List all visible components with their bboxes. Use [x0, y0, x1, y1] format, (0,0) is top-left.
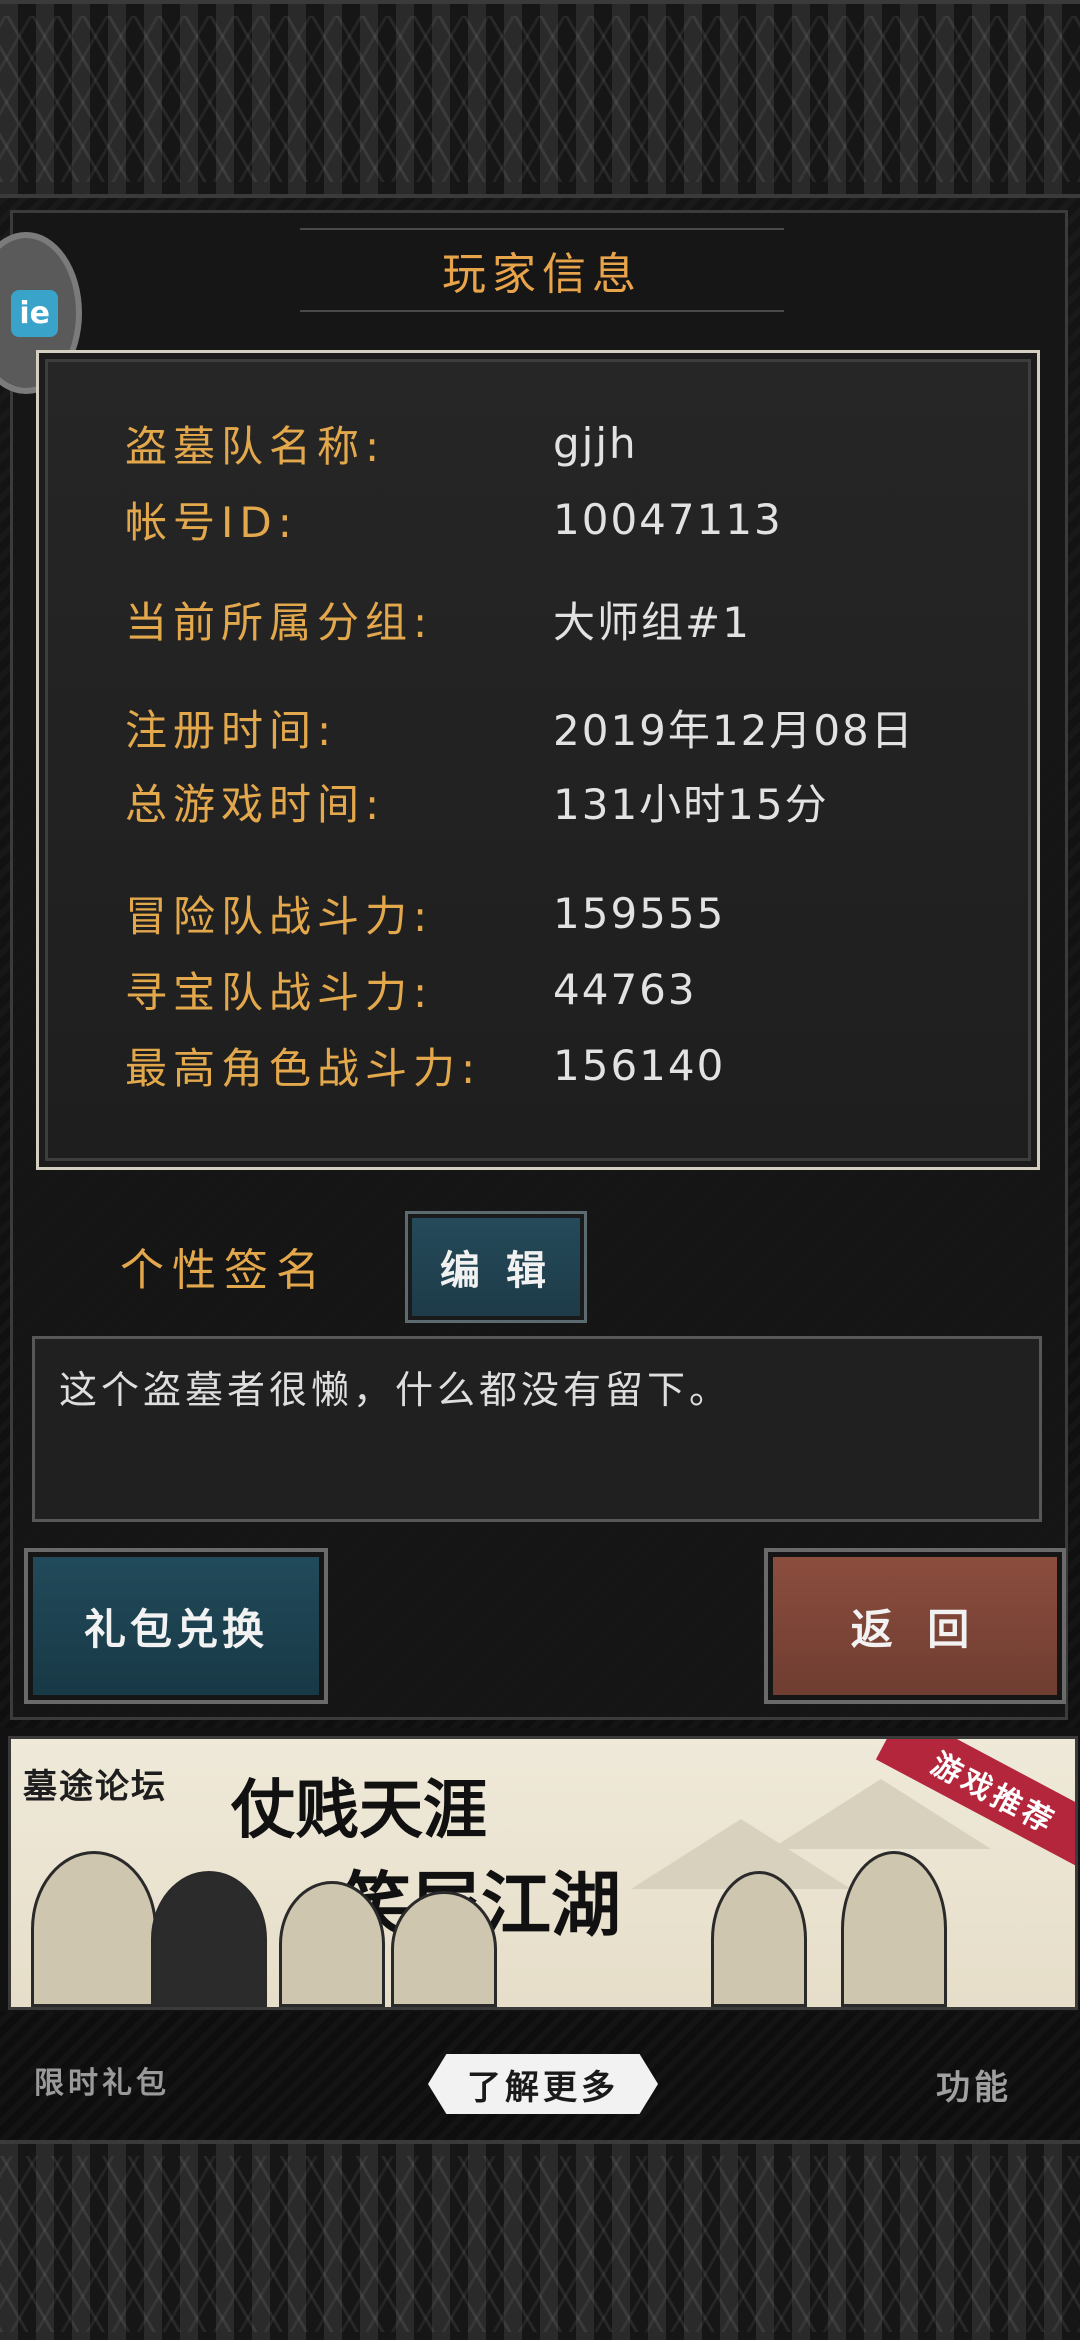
total-play-time-label: 总游戏时间: [125, 779, 386, 829]
group-value: 大师组#1 [553, 597, 751, 647]
account-id-label: 帐号ID: [125, 497, 298, 547]
team-name-label: 盗墓队名称: [125, 421, 386, 471]
bottom-decorative-border [0, 2140, 1080, 2340]
ad-character-illustration [711, 1871, 807, 2007]
ad-banner-image: 墓途论坛 仗贱天涯 笑尿江湖 游戏推荐 [8, 1736, 1078, 2010]
ad-banner[interactable]: 墓途论坛 仗贱天涯 笑尿江湖 游戏推荐 [0, 1728, 1080, 2012]
register-time-label: 注册时间: [125, 705, 338, 755]
player-info-card: 盗墓队名称: gjjh 帐号ID: 10047113 当前所属分组: 大师组#1… [36, 350, 1040, 1170]
account-id-row: 帐号ID: 10047113 [125, 489, 1025, 549]
floating-widget-badge: ie [11, 289, 58, 337]
page-title: 玩家信息 [442, 249, 642, 300]
top-decorative-border [0, 0, 1080, 198]
register-time-row: 注册时间: 2019年12月08日 [125, 697, 1025, 757]
function-nav[interactable]: 功能 [936, 2060, 1012, 2109]
limited-gift-nav[interactable]: 限时礼包 [34, 2058, 170, 2102]
treasure-power-row: 寻宝队战斗力: 44763 [125, 959, 1025, 1019]
ad-slogan-line1: 仗贱天涯 [231, 1773, 487, 1848]
account-id-value: 10047113 [553, 494, 783, 544]
ad-character-illustration [279, 1881, 385, 2007]
total-play-time-value: 131小时15分 [553, 779, 829, 829]
signature-text: 这个盗墓者很懒，什么都没有留下。 [59, 1368, 732, 1412]
top-character-power-value: 156140 [553, 1040, 726, 1090]
group-row: 当前所属分组: 大师组#1 [125, 589, 1025, 649]
ad-character-illustration [391, 1891, 497, 2007]
team-name-value: gjjh [553, 418, 638, 468]
ad-logo: 墓途论坛 [23, 1767, 167, 1807]
signature-box: 这个盗墓者很懒，什么都没有留下。 [32, 1336, 1042, 1522]
ad-hat-illustration [771, 1779, 991, 1849]
edit-signature-button[interactable]: 编 辑 [408, 1214, 584, 1320]
player-info-screen: 玩家信息 ie 盗墓队名称: gjjh 帐号ID: 10047113 当前所属分… [0, 0, 1080, 2340]
adventure-power-value: 159555 [553, 888, 726, 938]
treasure-power-label: 寻宝队战斗力: [125, 967, 434, 1017]
treasure-power-value: 44763 [553, 964, 697, 1014]
ad-character-illustration [31, 1851, 157, 2007]
adventure-power-row: 冒险队战斗力: 159555 [125, 883, 1025, 943]
gift-redeem-button[interactable]: 礼包兑换 [28, 1552, 324, 1700]
team-name-row: 盗墓队名称: gjjh [125, 413, 1025, 473]
signature-label: 个性签名 [120, 1245, 328, 1296]
title-bar: 玩家信息 [300, 228, 784, 312]
total-play-time-row: 总游戏时间: 131小时15分 [125, 771, 1025, 831]
adventure-power-label: 冒险队战斗力: [125, 891, 434, 941]
ad-character-illustration [841, 1851, 947, 2007]
ad-character-illustration [151, 1871, 267, 2007]
back-button[interactable]: 返 回 [768, 1552, 1062, 1700]
learn-more-button[interactable]: 了解更多 [428, 2054, 658, 2114]
top-character-power-row: 最高角色战斗力: 156140 [125, 1035, 1025, 1095]
register-time-value: 2019年12月08日 [553, 705, 915, 755]
top-character-power-label: 最高角色战斗力: [125, 1043, 482, 1093]
group-label: 当前所属分组: [125, 597, 434, 647]
